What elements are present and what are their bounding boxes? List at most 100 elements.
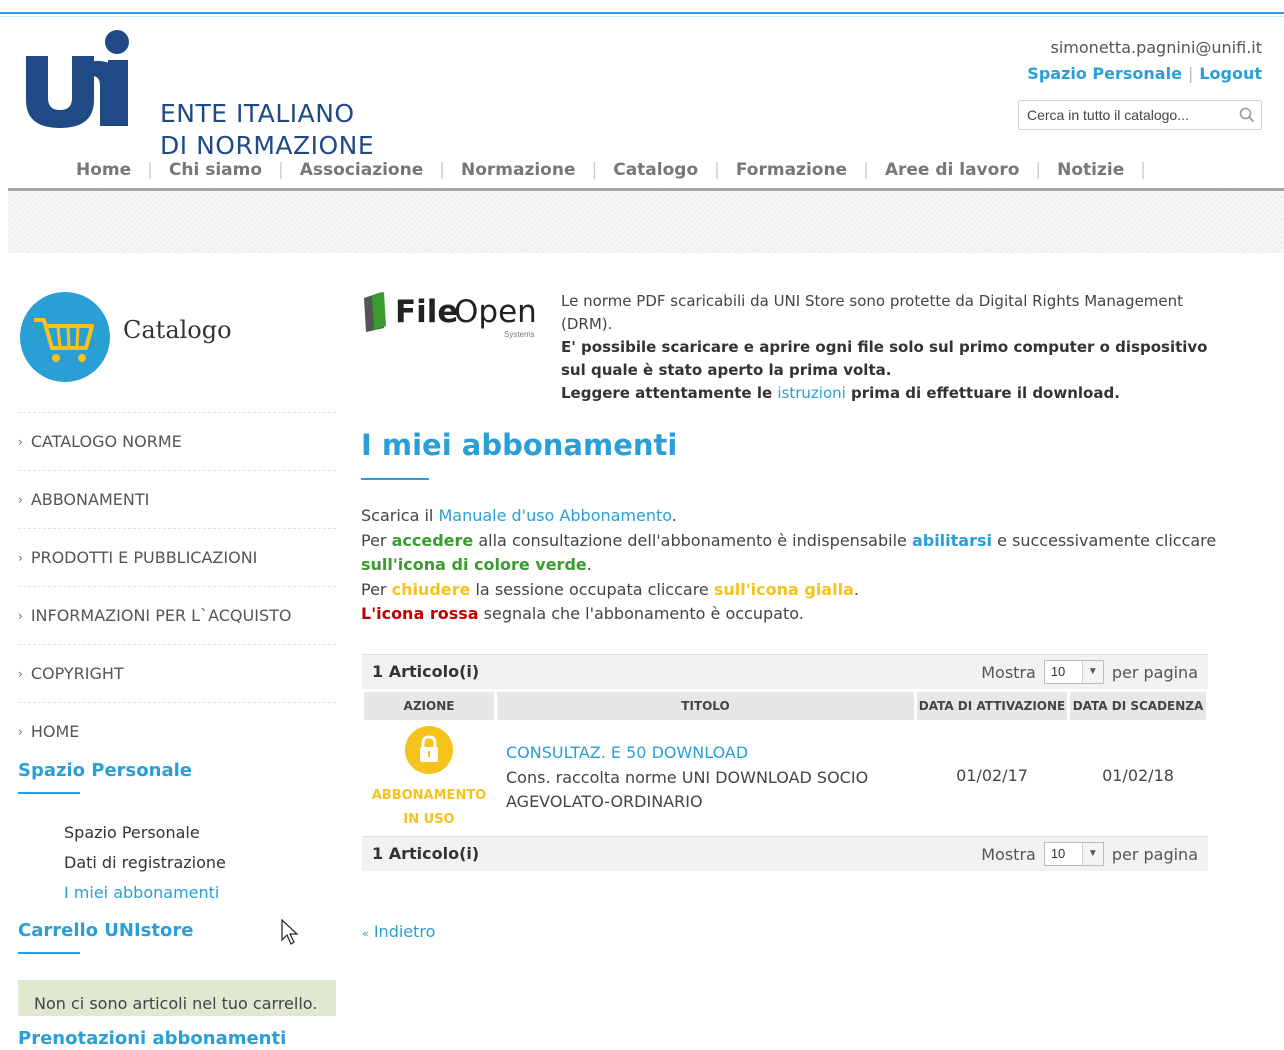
sidebar-item-copyright[interactable]: › COPYRIGHT <box>18 644 336 702</box>
drm-line-1: Le norme PDF scaricabili da UNI Store so… <box>561 292 1184 333</box>
per-page-value: 10 <box>1050 664 1066 679</box>
nav-normazione[interactable]: Normazione <box>445 160 592 180</box>
instr-text: Per <box>361 579 392 599</box>
instr-text: e successivamente cliccare <box>991 530 1217 550</box>
manual-link[interactable]: Manuale d'uso Abbonamento <box>438 506 671 525</box>
logo-text: ENTE ITALIANO DI NORMAZIONE <box>160 98 374 162</box>
sidebar-item-informazioni[interactable]: › INFORMAZIONI PER L`ACQUISTO <box>18 586 336 644</box>
catalog-title: Catalogo <box>123 316 232 344</box>
sidebar-item-catalogo-norme[interactable]: › CATALOGO NORME <box>18 412 336 470</box>
search-box <box>1018 100 1262 130</box>
chevron-right-icon: › <box>18 666 23 681</box>
sidebar-item-home[interactable]: › HOME <box>18 702 336 760</box>
sidebar-item-label: COPYRIGHT <box>30 664 124 683</box>
fileopen-word2: Open <box>454 294 537 330</box>
show-label: Mostra <box>981 844 1036 864</box>
chevron-down-icon: ▼ <box>1081 661 1103 683</box>
abilitarsi-link[interactable]: abilitarsi <box>912 531 992 550</box>
column-header-scadenza: DATA DI SCADENZA <box>1070 692 1206 720</box>
back-link[interactable]: « Indietro <box>362 922 435 941</box>
sidebar-item-label: ABBONAMENTI <box>30 490 150 509</box>
instr-text: alla consultazione dell'abbonamento è in… <box>473 530 912 550</box>
back-label: Indietro <box>373 922 436 941</box>
nav-aree-di-lavoro[interactable]: Aree di lavoro <box>869 160 1036 180</box>
nav-catalogo[interactable]: Catalogo <box>597 160 714 180</box>
link-dati-registrazione[interactable]: Dati di registrazione <box>64 848 226 878</box>
sidebar-item-label: INFORMAZIONI PER L`ACQUISTO <box>30 606 292 625</box>
uni-logo[interactable]: ENTE ITALIANO DI NORMAZIONE <box>20 28 440 160</box>
sidebar-item-label: CATALOGO NORME <box>30 432 182 451</box>
status-line-1: ABBONAMENTO <box>371 788 487 803</box>
mouse-cursor-icon <box>281 918 299 945</box>
search-input[interactable] <box>1025 104 1229 126</box>
drm-notice: Le norme PDF scaricabili da UNI Store so… <box>561 290 1221 405</box>
shopping-cart-icon <box>34 318 94 362</box>
sidebar-menu: › CATALOGO NORME › ABBONAMENTI › PRODOTTI E… <box>18 412 336 760</box>
per-page-select[interactable]: 10 ▼ <box>1043 660 1104 684</box>
sidebar-item-prodotti[interactable]: › PRODOTTI E PUBBLICAZIONI <box>18 528 336 586</box>
istruzioni-link[interactable]: istruzioni <box>777 384 845 402</box>
per-page-control: Mostra 10 ▼ per pagina <box>981 842 1198 866</box>
table-toolbar-top: 1 Articolo(i) Mostra 10 ▼ per pagina <box>362 654 1208 689</box>
drm-line-3a: Leggere attentamente le <box>561 384 778 402</box>
nav-chi-siamo[interactable]: Chi siamo <box>153 160 278 180</box>
per-page-label: per pagina <box>1111 662 1198 682</box>
main-nav: Home | Chi siamo | Associazione | Normazion… <box>60 156 1146 184</box>
nav-formazione[interactable]: Formazione <box>720 160 863 180</box>
chevron-down-icon: ▼ <box>1081 843 1103 865</box>
item-count: 1 Articolo(i) <box>372 844 480 863</box>
nav-associazione[interactable]: Associazione <box>284 160 439 180</box>
column-header-titolo: TITOLO <box>497 692 914 720</box>
logout-link[interactable]: Logout <box>1199 64 1262 83</box>
cart-empty-message: Non ci sono articoli nel tuo carrello. <box>18 980 336 1016</box>
table-toolbar-bottom: 1 Articolo(i) Mostra 10 ▼ per pagina <box>362 836 1208 871</box>
banner-band <box>8 191 1284 253</box>
chevron-right-icon: › <box>18 492 23 507</box>
search-icon[interactable] <box>1239 107 1255 123</box>
uni-logo-mark <box>26 30 129 128</box>
section-underline <box>18 952 80 954</box>
bookings-section-title[interactable]: Prenotazioni abbonamenti <box>18 1028 286 1049</box>
subscription-status: ABBONAMENTO IN USO <box>364 784 494 832</box>
expiry-date: 01/02/18 <box>1102 766 1174 785</box>
instr-text: Per <box>361 530 392 550</box>
accedere-text: accedere <box>391 530 474 550</box>
fileopen-logo: File Open Systems <box>362 292 552 344</box>
nav-separator: | <box>1140 160 1146 180</box>
activation-date: 01/02/17 <box>956 766 1028 785</box>
instr-text: . <box>853 579 859 599</box>
padlock-icon[interactable] <box>405 726 453 774</box>
personal-section-title: Spazio Personale <box>18 760 192 781</box>
column-header-attivazione: DATA DI ATTIVAZIONE <box>917 692 1067 720</box>
personal-space-link[interactable]: Spazio Personale <box>1027 64 1182 83</box>
chevron-right-icon: › <box>18 724 23 739</box>
padlock-glyph <box>420 735 438 762</box>
instructions: Scarica il Manuale d'uso Abbonamento. Pe… <box>361 504 1241 627</box>
subscription-link[interactable]: CONSULTAZ. E 50 DOWNLOAD <box>506 741 906 766</box>
link-miei-abbonamenti[interactable]: I miei abbonamenti <box>64 878 226 908</box>
instr-text: . <box>586 555 592 574</box>
status-line-2: IN USO <box>403 812 455 827</box>
double-chevron-left-icon: « <box>362 927 369 940</box>
per-page-value: 10 <box>1050 846 1066 861</box>
per-page-select[interactable]: 10 ▼ <box>1043 842 1104 866</box>
link-spazio-personale[interactable]: Spazio Personale <box>64 818 226 848</box>
subscription-description: Cons. raccolta norme UNI DOWNLOAD SOCIO … <box>506 767 869 812</box>
per-page-control: Mostra 10 ▼ per pagina <box>981 660 1198 684</box>
user-links: Spazio Personale | Logout <box>1027 64 1262 83</box>
green-icon-text: sull'icona di colore verde <box>361 555 587 574</box>
drm-line-2: E' possibile scaricare e aprire ogni fil… <box>561 338 1208 379</box>
personal-links: Spazio Personale Dati di registrazione I… <box>64 818 226 908</box>
link-separator: | <box>1187 64 1194 83</box>
subscription-title: CONSULTAZ. E 50 DOWNLOAD Cons. raccolta … <box>506 741 906 815</box>
instr-text: Scarica il <box>361 506 439 525</box>
cart-section-title: Carrello UNIstore <box>18 920 194 941</box>
drm-line-3b: prima di effettuare il download. <box>845 384 1120 402</box>
nav-home[interactable]: Home <box>60 160 147 180</box>
column-header-azione: AZIONE <box>364 692 494 720</box>
sidebar-item-label: PRODOTTI E PUBBLICAZIONI <box>30 548 258 567</box>
chiudere-text: chiudere <box>391 579 471 599</box>
nav-notizie[interactable]: Notizie <box>1041 160 1140 180</box>
sidebar-item-abbonamenti[interactable]: › ABBONAMENTI <box>18 470 336 528</box>
instr-text: . <box>671 506 677 525</box>
